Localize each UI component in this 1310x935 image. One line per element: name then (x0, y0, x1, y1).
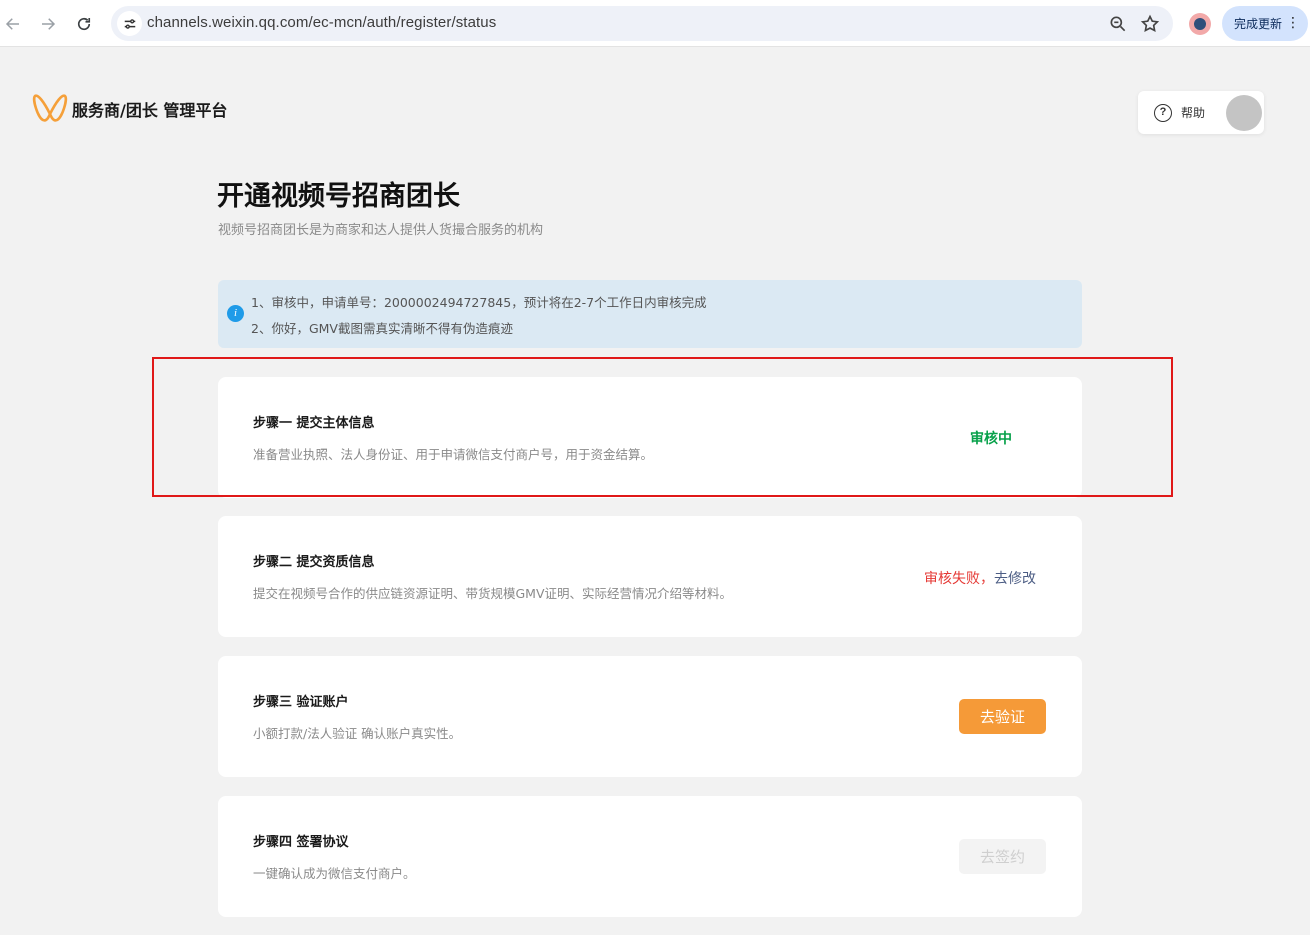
step-title: 步骤二 提交资质信息 (253, 555, 375, 570)
brand-logo-icon (32, 94, 68, 122)
status-badge: 审核失败，去修改 (924, 568, 1036, 588)
user-avatar[interactable] (1226, 95, 1262, 131)
info-icon: i (227, 305, 244, 322)
notice-banner: i 1、审核中，申请单号：2000002494727845，预计将在2-7个工作… (218, 280, 1082, 348)
step-card-1: 步骤一 提交主体信息 准备营业执照、法人身份证、用于申请微信支付商户号，用于资金… (218, 377, 1082, 498)
reload-icon[interactable] (71, 11, 97, 37)
step-title: 步骤一 提交主体信息 (253, 416, 375, 431)
step-title: 步骤三 验证账户 (253, 695, 349, 710)
kebab-menu-icon[interactable]: ⋮ (1286, 14, 1300, 32)
step-card-4: 步骤四 签署协议 一键确认成为微信支付商户。 去签约 (218, 796, 1082, 917)
url-text[interactable]: channels.weixin.qq.com/ec-mcn/auth/regis… (147, 14, 496, 31)
step-description: 小额打款/法人验证 确认账户真实性。 (253, 726, 462, 741)
forward-arrow-icon[interactable] (35, 11, 61, 37)
step-card-3: 步骤三 验证账户 小额打款/法人验证 确认账户真实性。 去验证 (218, 656, 1082, 777)
site-info-icon[interactable] (117, 11, 142, 36)
browser-toolbar: channels.weixin.qq.com/ec-mcn/auth/regis… (0, 0, 1310, 47)
brand-title: 服务商/团长 管理平台 (72, 101, 228, 120)
sign-agreement-button: 去签约 (959, 839, 1046, 874)
help-panel: ? 帮助 (1138, 91, 1264, 134)
address-bar[interactable]: channels.weixin.qq.com/ec-mcn/auth/regis… (111, 6, 1173, 41)
notice-line-2: 2、你好，GMV截图需真实清晰不得有伪造痕迹 (251, 321, 513, 336)
modify-link[interactable]: 去修改 (994, 571, 1036, 587)
step-description: 提交在视频号合作的供应链资源证明、带货规模GMV证明、实际经营情况介绍等材料。 (253, 586, 733, 601)
status-failed-text: 审核失败， (924, 571, 994, 587)
help-question-icon[interactable]: ? (1154, 104, 1172, 122)
status-badge: 审核中 (970, 431, 1012, 447)
help-link[interactable]: 帮助 (1181, 104, 1205, 121)
page-title: 开通视频号招商团长 (217, 181, 460, 212)
page-subtitle: 视频号招商团长是为商家和达人提供人货撮合服务的机构 (218, 223, 544, 238)
notice-line-1: 1、审核中，申请单号：2000002494727845，预计将在2-7个工作日内… (251, 295, 707, 310)
update-label: 完成更新 (1234, 17, 1283, 31)
step-card-2: 步骤二 提交资质信息 提交在视频号合作的供应链资源证明、带货规模GMV证明、实际… (218, 516, 1082, 637)
profile-avatar-icon[interactable] (1189, 13, 1211, 35)
zoom-icon[interactable] (1108, 14, 1128, 34)
verify-button[interactable]: 去验证 (959, 699, 1046, 734)
bookmark-star-icon[interactable] (1140, 14, 1160, 34)
update-button[interactable]: 完成更新 ⋮ (1222, 6, 1308, 41)
step-description: 准备营业执照、法人身份证、用于申请微信支付商户号，用于资金结算。 (253, 447, 654, 462)
step-title: 步骤四 签署协议 (253, 835, 349, 850)
back-arrow-icon[interactable] (0, 11, 26, 37)
step-description: 一键确认成为微信支付商户。 (253, 866, 416, 881)
